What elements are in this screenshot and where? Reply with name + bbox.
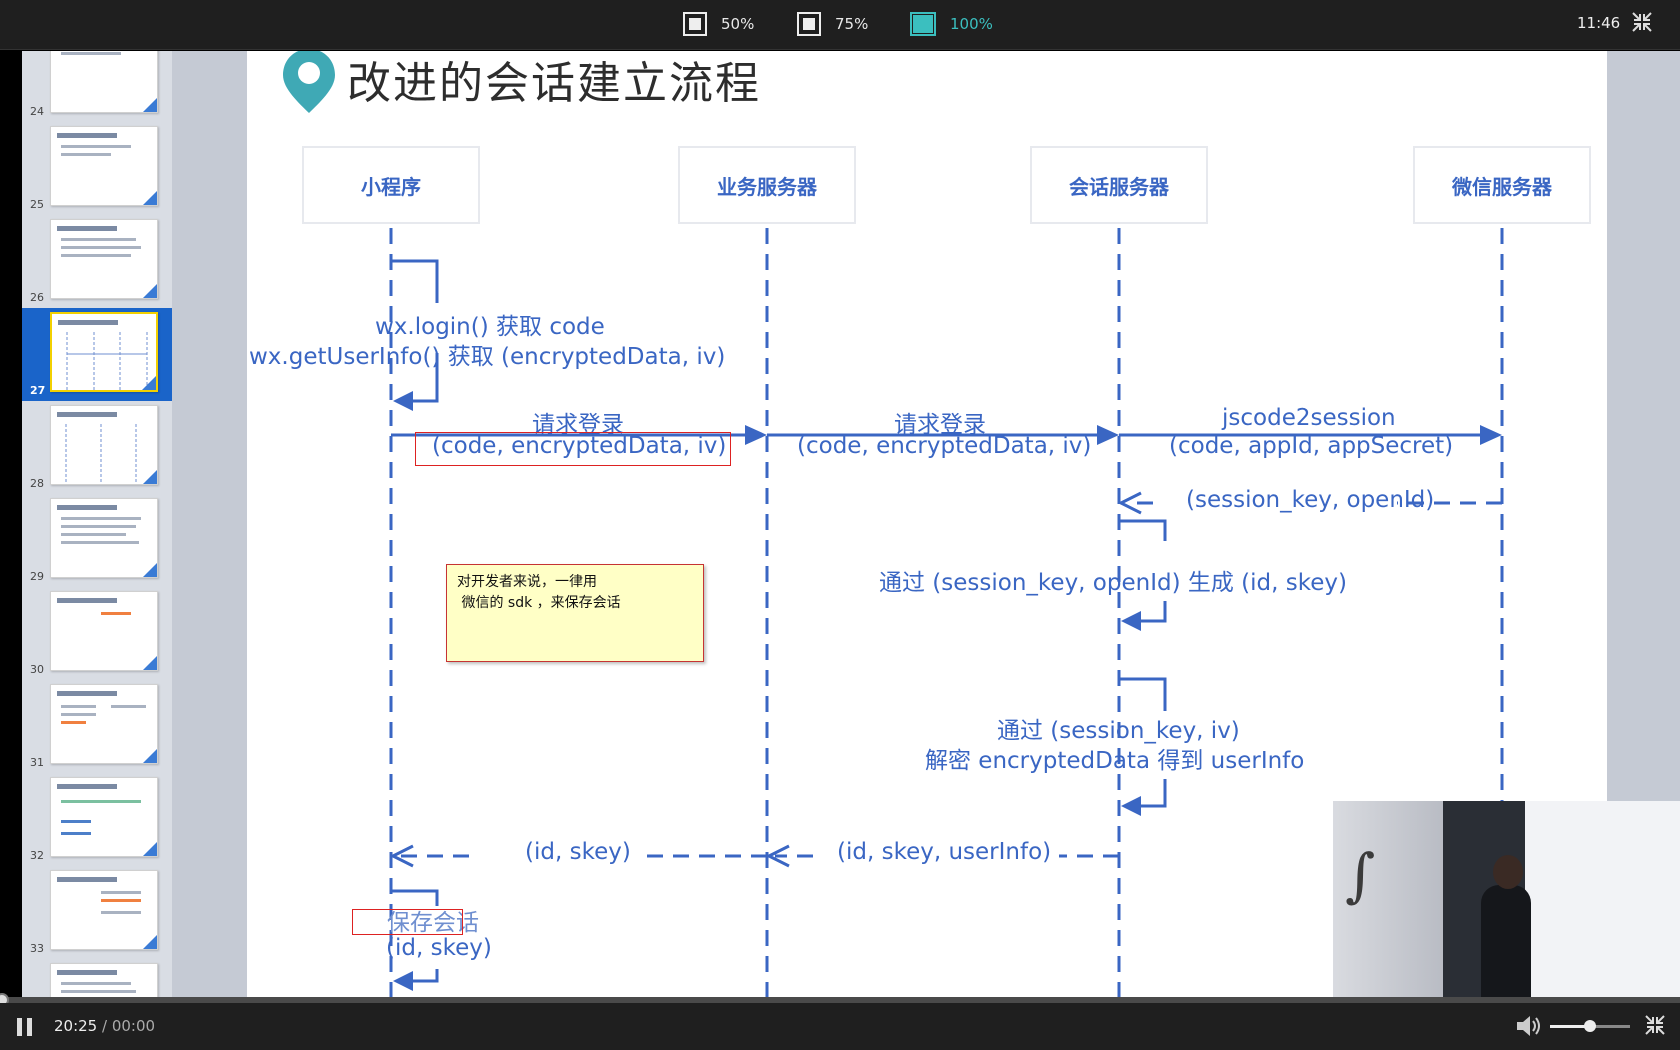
slide-thumbnail[interactable]: 25 (22, 122, 172, 215)
zoom-box-icon (683, 12, 707, 36)
slide-thumbnail[interactable]: 26 (22, 215, 172, 308)
thumbnail-preview (50, 219, 158, 299)
thumbnail-preview (50, 405, 158, 485)
slide-thumbnail[interactable]: 29 (22, 494, 172, 587)
duration: / 00:00 (97, 1017, 156, 1035)
presentation-stage: 24 25 26 27 28 29 30 31 32 33 改进的会话建立流程 … (0, 51, 1680, 997)
highlight-box (415, 432, 731, 466)
msg-save-params: (id, skey) (386, 935, 492, 961)
slide-thumbnail[interactable]: 32 (22, 773, 172, 866)
top-toolbar: 50% 75% 100% 11:46 (0, 0, 1680, 50)
clock: 11:46 (1577, 14, 1621, 32)
thumbnail-preview (50, 126, 158, 206)
slide-number: 33 (30, 942, 44, 955)
slide-thumbnail[interactable]: 30 (22, 587, 172, 680)
msg-decrypt-2: 解密 encryptedData 得到 userInfo (925, 748, 1305, 774)
slide-number: 28 (30, 477, 44, 490)
player-controls: 20:25 / 00:00 (0, 1003, 1680, 1050)
slide-number: 25 (30, 198, 44, 211)
thumbnail-preview (50, 870, 158, 950)
note-line: 对开发者来说，一律用 (457, 574, 597, 590)
msg-jscode2session: jscode2session (1222, 405, 1396, 431)
slide-thumbnail[interactable]: 24 (22, 51, 172, 122)
thumbnail-preview (50, 51, 158, 113)
left-edge (0, 51, 22, 997)
zoom-box-icon (910, 12, 936, 36)
current-time: 20:25 (54, 1017, 98, 1035)
zoom-50-option[interactable]: 50% (683, 11, 754, 37)
slide-thumbnail[interactable] (22, 959, 172, 997)
collapse-arrows-icon[interactable] (1628, 10, 1656, 38)
zoom-50-label: 50% (721, 15, 755, 33)
thumbnail-preview (50, 684, 158, 764)
slide-number: 32 (30, 849, 44, 862)
volume-handle[interactable] (1584, 1020, 1596, 1032)
msg-decrypt-1: 通过 (session_key, iv) (997, 718, 1240, 744)
msg-wx-getuserinfo: wx.getUserInfo() 获取 (encryptedData, iv) (249, 344, 726, 370)
slide-thumbnail[interactable]: 33 (22, 866, 172, 959)
zoom-75-option[interactable]: 75% (797, 11, 868, 37)
zoom-box-icon (797, 12, 821, 36)
msg-return-userinfo: (id, skey, userInfo) (837, 839, 1052, 865)
msg-generate-skey: 通过 (session_key, openId) 生成 (id, skey) (879, 570, 1347, 596)
msg-return-id-skey: (id, skey) (525, 839, 631, 865)
msg-request-params-2: (code, encryptedData, iv) (797, 433, 1092, 459)
thumbnail-preview (50, 312, 158, 392)
slide-number: 30 (30, 663, 44, 676)
msg-jscode-params: (code, appId, appSecret) (1169, 433, 1454, 459)
msg-wx-login: wx.login() 获取 code (375, 314, 605, 340)
slide-number: 24 (30, 105, 44, 118)
speaker-icon[interactable] (1514, 1013, 1542, 1041)
speaker-figure (1481, 885, 1531, 997)
zoom-100-label: 100% (950, 15, 993, 33)
slide-number: 27 (30, 384, 46, 397)
slide-thumbnail-active[interactable]: 27 (22, 308, 172, 401)
collapse-arrows-icon[interactable] (1641, 1013, 1669, 1041)
thumbnail-preview (50, 777, 158, 857)
slide-thumbnail[interactable]: 28 (22, 401, 172, 494)
note-line: 微信的 sdk ，来保存会话 (457, 595, 621, 611)
thumbnail-preview (50, 591, 158, 671)
sticky-note-comment[interactable]: 对开发者来说，一律用 微信的 sdk ，来保存会话 (446, 564, 704, 662)
volume-slider[interactable] (1550, 1020, 1630, 1032)
thumbnail-preview (50, 963, 158, 997)
highlight-box (352, 909, 463, 935)
slide-number: 26 (30, 291, 44, 304)
thumbnail-preview (50, 498, 158, 578)
webcam-overlay: ∫ (1333, 801, 1680, 997)
slide-thumbnail-list: 24 25 26 27 28 29 30 31 32 33 (22, 51, 172, 997)
pause-icon[interactable] (17, 1018, 35, 1036)
zoom-75-label: 75% (835, 15, 869, 33)
calligraphy-art: ∫ (1345, 841, 1376, 909)
msg-session-return: (session_key, openId) (1186, 487, 1435, 513)
slide-thumbnail[interactable]: 31 (22, 680, 172, 773)
slide-number: 31 (30, 756, 44, 769)
time-display: 20:25 / 00:00 (54, 1017, 155, 1035)
slide-number: 29 (30, 570, 44, 583)
zoom-100-option[interactable]: 100% (910, 11, 993, 37)
